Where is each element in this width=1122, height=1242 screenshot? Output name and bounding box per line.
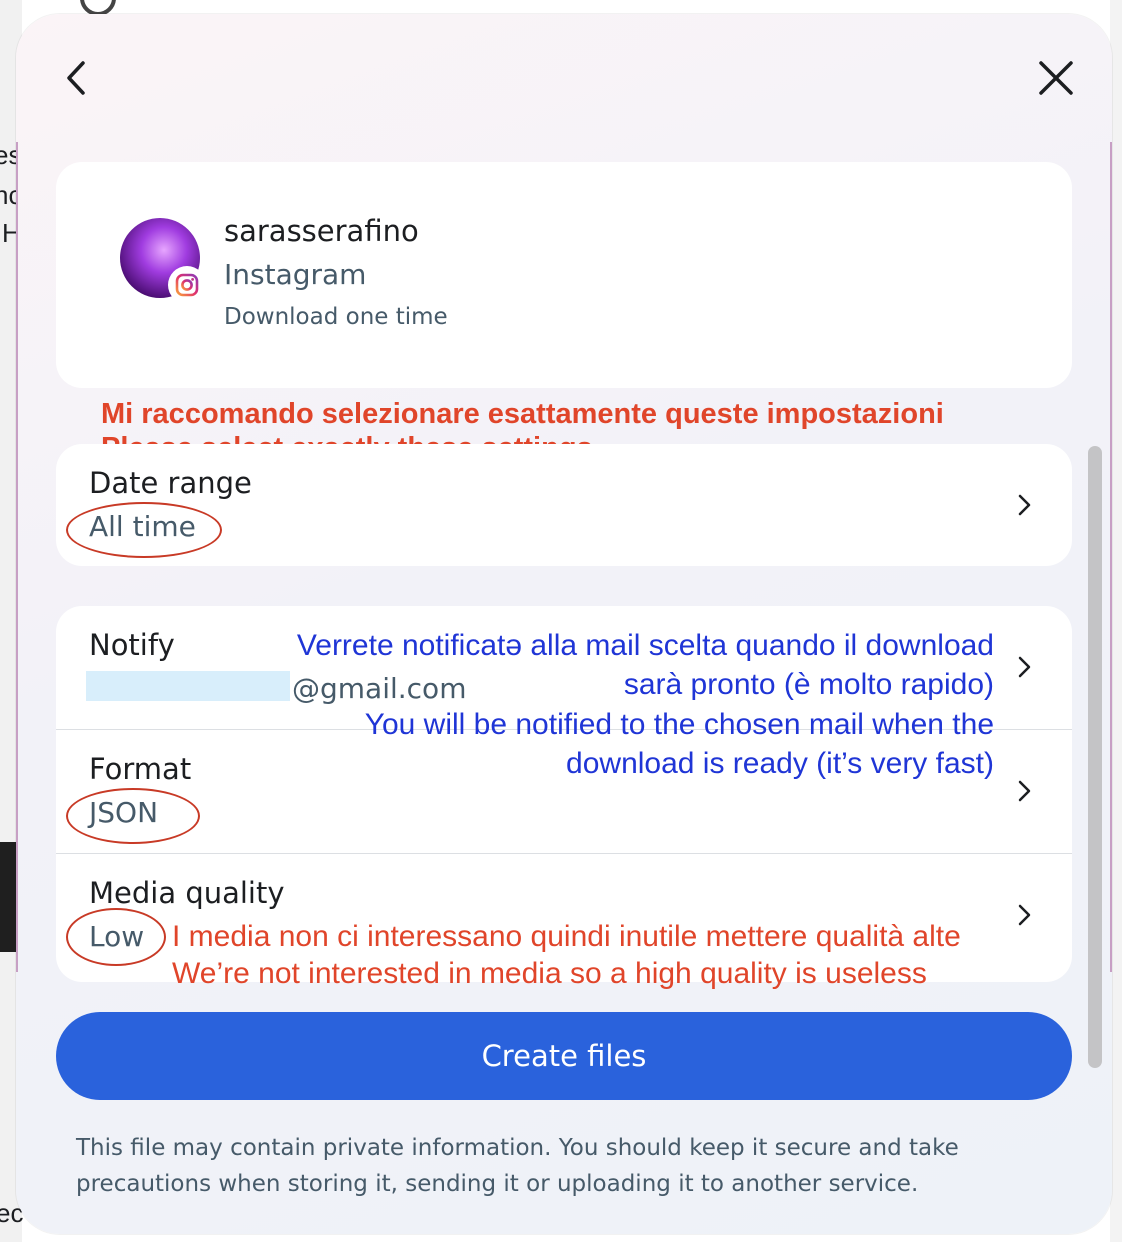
chevron-right-icon <box>1018 780 1031 802</box>
chevron-left-icon <box>67 61 85 95</box>
annotation-notify-en-1: You will be notified to the chosen mail … <box>364 708 994 741</box>
date-range-label: Date range <box>89 466 252 500</box>
privacy-disclaimer: This file may contain private informatio… <box>76 1135 959 1197</box>
annotation-circle-format <box>66 788 200 844</box>
instagram-badge <box>168 266 206 304</box>
date-range-row[interactable]: Date range All time <box>56 444 1072 566</box>
account-card: sarasserafino Instagram Download one tim… <box>56 162 1072 388</box>
format-label: Format <box>89 752 192 786</box>
close-icon <box>1039 61 1073 95</box>
media-quality-label: Media quality <box>89 876 285 910</box>
date-range-card: Date range All time <box>56 444 1072 566</box>
account-username: sarasserafino <box>224 214 419 248</box>
annotation-notify-en-2: download is ready (it’s very fast) <box>566 747 994 780</box>
account-platform: Instagram <box>224 258 367 291</box>
chevron-right-icon <box>1018 904 1031 926</box>
chevron-right-icon <box>1018 494 1031 516</box>
annotation-circle-quality <box>66 908 166 966</box>
download-mode: Download one time <box>224 304 448 330</box>
annotation-settings-it: Mi raccomando selezionare esattamente qu… <box>101 398 944 430</box>
background-dark-block <box>0 842 16 952</box>
annotation-media-it: I media non ci interessano quindi inutil… <box>172 920 961 953</box>
back-button[interactable] <box>54 56 98 100</box>
chevron-right-icon <box>1018 656 1031 678</box>
notify-label: Notify <box>89 628 175 662</box>
dialog-header <box>16 14 1112 142</box>
instagram-icon <box>175 273 199 297</box>
download-dialog: sarasserafino Instagram Download one tim… <box>16 14 1112 1234</box>
annotation-media-en: We’re not interested in media so a high … <box>172 957 927 990</box>
annotation-notify-it-2: sarà pronto (è molto rapido) <box>623 668 994 701</box>
create-files-button[interactable]: Create files <box>56 1012 1072 1100</box>
email-redacted <box>86 671 290 701</box>
annotation-circle-date <box>66 502 222 558</box>
close-button[interactable] <box>1034 56 1078 100</box>
notify-email: @gmail.com <box>292 672 467 705</box>
annotation-notify-it-1: Verrete notificatə alla mail scelta quan… <box>296 629 994 662</box>
